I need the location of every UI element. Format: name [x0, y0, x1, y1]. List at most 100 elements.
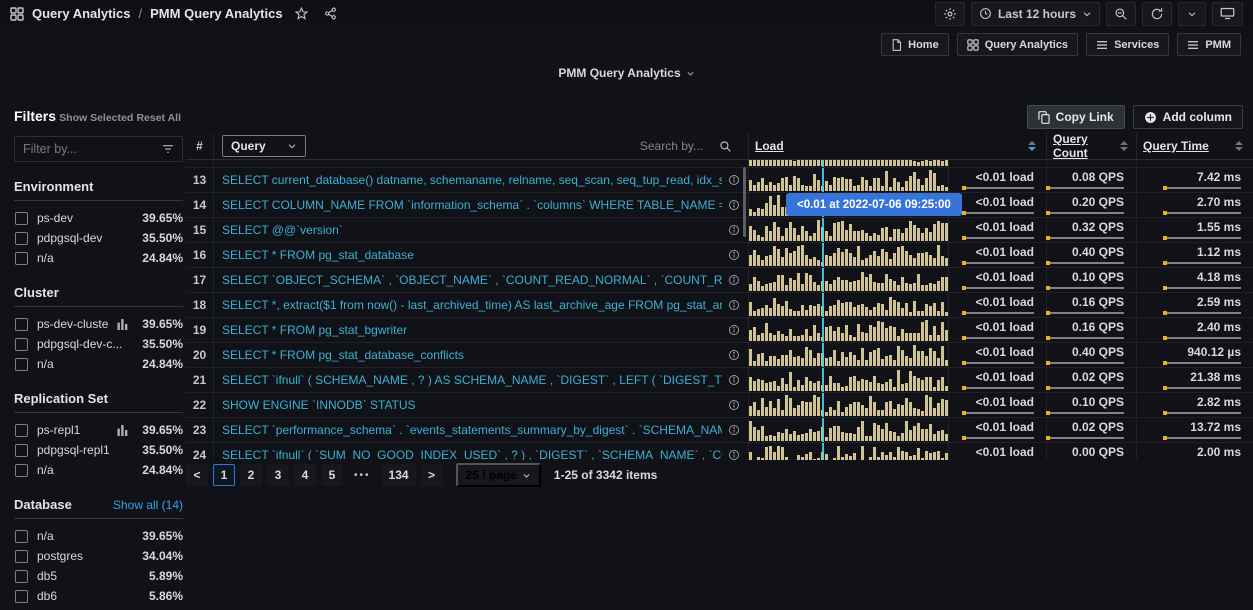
query-link[interactable]: SELECT `performance_schema` . `events_st… — [222, 423, 722, 437]
sort-icon-query-time[interactable] — [1235, 141, 1243, 151]
table-row[interactable]: 24SELECT `ifnull` ( `SUM_NO_GOOD_INDEX_U… — [186, 443, 1253, 460]
info-icon[interactable] — [728, 274, 740, 286]
checkbox[interactable] — [15, 530, 28, 543]
checkbox[interactable] — [15, 232, 28, 245]
query-link[interactable]: SELECT COLUMN_NAME FROM `information_sch… — [222, 198, 722, 212]
filter-item[interactable]: n/a24.84% — [14, 460, 183, 480]
filter-item[interactable]: postgres34.04% — [14, 546, 183, 566]
query-link[interactable]: SHOW ENGINE `INNODB` STATUS — [222, 398, 722, 412]
query-dimension-select[interactable]: Query — [222, 135, 306, 157]
checkbox[interactable] — [15, 464, 28, 477]
checkbox[interactable] — [15, 424, 28, 437]
column-header-query-count[interactable]: Query Count — [1046, 133, 1136, 159]
info-icon[interactable] — [728, 174, 740, 186]
query-link[interactable]: SELECT *, extract($1 from now() - last_a… — [222, 298, 722, 312]
nav-link-query-analytics[interactable]: Query Analytics — [957, 33, 1078, 56]
query-link[interactable]: SELECT `ifnull` ( SCHEMA_NAME , ? ) AS S… — [222, 373, 722, 387]
nav-link-home[interactable]: Home — [881, 33, 949, 56]
info-icon[interactable] — [728, 424, 740, 436]
checkbox[interactable] — [15, 318, 28, 331]
star-icon[interactable] — [295, 7, 308, 20]
checkbox[interactable] — [15, 444, 28, 457]
query-link[interactable]: SELECT @@`version` — [222, 223, 722, 237]
checkbox[interactable] — [15, 338, 28, 351]
load-sparkline[interactable] — [748, 393, 948, 417]
table-search[interactable]: Search by... — [640, 139, 740, 153]
table-row[interactable]: 16SELECT * FROM pg_stat_database<0.01 lo… — [186, 243, 1253, 268]
info-icon[interactable] — [728, 299, 740, 311]
next-page-button[interactable]: > — [421, 464, 443, 486]
query-link[interactable]: SELECT `OBJECT_SCHEMA` , `OBJECT_NAME` ,… — [222, 273, 722, 287]
filter-item[interactable]: ps-repl139.65% — [14, 420, 183, 440]
filter-item[interactable]: pdpgsql-dev35.50% — [14, 228, 183, 248]
copy-link-button[interactable]: Copy Link — [1027, 105, 1125, 129]
info-icon[interactable] — [728, 374, 740, 386]
checkbox[interactable] — [15, 252, 28, 265]
filter-item[interactable]: n/a24.84% — [14, 248, 183, 268]
panel-title-menu[interactable]: PMM Query Analytics — [0, 66, 1253, 80]
share-icon[interactable] — [324, 7, 337, 20]
breadcrumb-page[interactable]: PMM Query Analytics — [150, 6, 282, 21]
reset-all-button[interactable]: Reset All — [136, 112, 181, 124]
filter-item[interactable]: pdpgsql-dev-c...35.50% — [14, 334, 183, 354]
search-icon[interactable] — [719, 140, 732, 153]
sort-icon-load[interactable] — [1028, 141, 1036, 151]
show-all-link[interactable]: Show all (14) — [113, 498, 183, 512]
query-link[interactable]: SELECT * FROM pg_stat_database_conflicts — [222, 348, 722, 362]
page-button-2[interactable]: 2 — [240, 464, 262, 486]
checkbox[interactable] — [15, 358, 28, 371]
page-size-select[interactable]: 25 / page — [456, 463, 541, 487]
filter-search-input[interactable] — [23, 142, 156, 156]
page-ellipsis[interactable]: ••• — [348, 470, 377, 481]
table-row[interactable]: 18SELECT *, extract($1 from now() - last… — [186, 293, 1253, 318]
refresh-interval-dropdown[interactable] — [1178, 2, 1206, 26]
query-link[interactable]: SELECT * FROM pg_stat_bgwriter — [222, 323, 722, 337]
table-row[interactable]: 22SHOW ENGINE `INNODB` STATUS<0.01 load0… — [186, 393, 1253, 418]
filter-item[interactable]: pmm-managed4.07% — [14, 606, 183, 610]
nav-link-pmm[interactable]: PMM — [1177, 33, 1241, 56]
filter-item[interactable]: n/a24.84% — [14, 354, 183, 374]
column-header-load[interactable]: Load — [748, 133, 1046, 159]
sort-icon-query-count[interactable] — [1120, 141, 1128, 151]
page-button-1[interactable]: 1 — [213, 464, 235, 486]
checkbox[interactable] — [15, 550, 28, 563]
load-sparkline[interactable] — [748, 318, 948, 342]
page-button-3[interactable]: 3 — [267, 464, 289, 486]
dashboard-settings-button[interactable] — [935, 2, 965, 26]
load-sparkline[interactable] — [748, 168, 948, 192]
checkbox[interactable] — [15, 570, 28, 583]
filter-item[interactable]: ps-dev-cluster39.65% — [14, 314, 183, 334]
load-sparkline[interactable] — [748, 218, 948, 242]
filter-item[interactable]: pdpgsql-repl135.50% — [14, 440, 183, 460]
load-sparkline[interactable] — [748, 243, 948, 267]
query-link[interactable]: SELECT * FROM pg_stat_database — [222, 248, 722, 262]
query-link[interactable]: SELECT `ifnull` ( `SUM_NO_GOOD_INDEX_USE… — [222, 448, 722, 460]
page-button-4[interactable]: 4 — [294, 464, 316, 486]
filter-item[interactable]: ps-dev39.65% — [14, 208, 183, 228]
filter-search-box[interactable] — [14, 136, 183, 162]
nav-link-services[interactable]: Services — [1086, 33, 1169, 56]
table-row[interactable]: 14SELECT COLUMN_NAME FROM `information_s… — [186, 193, 1253, 218]
table-row[interactable]: 20SELECT * FROM pg_stat_database_conflic… — [186, 343, 1253, 368]
info-icon[interactable] — [728, 399, 740, 411]
table-row[interactable]: 17SELECT `OBJECT_SCHEMA` , `OBJECT_NAME`… — [186, 268, 1253, 293]
bar-chart-icon[interactable] — [117, 319, 128, 330]
cycle-view-mode-button[interactable] — [1212, 2, 1243, 26]
time-range-picker[interactable]: Last 12 hours — [971, 2, 1100, 26]
query-link[interactable]: SELECT current_database() datname, schem… — [222, 173, 722, 187]
checkbox[interactable] — [15, 590, 28, 603]
refresh-button[interactable] — [1142, 2, 1172, 26]
table-row[interactable]: 12 — [186, 160, 1253, 168]
load-sparkline[interactable] — [748, 443, 948, 460]
info-icon[interactable] — [728, 224, 740, 236]
info-icon[interactable] — [728, 349, 740, 361]
table-row[interactable]: 13SELECT current_database() datname, sch… — [186, 168, 1253, 193]
info-icon[interactable] — [728, 199, 740, 211]
filter-item[interactable]: db65.86% — [14, 586, 183, 606]
bar-chart-icon[interactable] — [117, 425, 128, 436]
info-icon[interactable] — [728, 324, 740, 336]
page-button-5[interactable]: 5 — [321, 464, 343, 486]
table-row[interactable]: 21SELECT `ifnull` ( SCHEMA_NAME , ? ) AS… — [186, 368, 1253, 393]
breadcrumb-section[interactable]: Query Analytics — [32, 6, 131, 21]
table-row[interactable]: 19SELECT * FROM pg_stat_bgwriter<0.01 lo… — [186, 318, 1253, 343]
